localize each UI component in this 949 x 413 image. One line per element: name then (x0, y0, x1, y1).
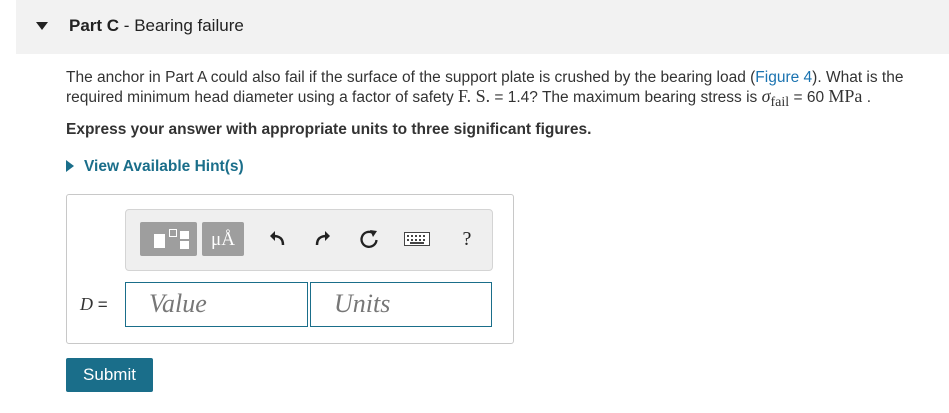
view-hints-link[interactable]: View Available Hint(s) (66, 158, 244, 176)
question-text-1: The anchor in Part A could also fail if … (66, 69, 756, 86)
reset-icon[interactable] (356, 222, 382, 256)
template-block-icon (154, 234, 165, 248)
value-input[interactable]: Value (125, 282, 308, 327)
question-text: The anchor in Part A could also fail if … (66, 68, 946, 112)
part-title: Part C - Bearing failure (69, 16, 244, 36)
answer-variable-label: D = (80, 294, 108, 315)
instruction: Express your answer with appropriate uni… (66, 121, 592, 138)
question-text-3: = 1.4? The maximum bearing stress is (490, 89, 762, 106)
equals-sign: = (93, 295, 108, 314)
math-toolbar: μÅ ? (125, 209, 493, 271)
templates-button[interactable] (140, 222, 197, 256)
units-input[interactable]: Units (310, 282, 492, 327)
template-fraction-top-icon (180, 231, 189, 239)
units-button[interactable]: μÅ (202, 222, 244, 256)
variable-symbol: D (80, 294, 93, 314)
hint-label: View Available Hint(s) (84, 158, 244, 175)
template-fraction-bottom-icon (180, 241, 189, 249)
answer-box: μÅ ? D = Value Units (66, 194, 514, 344)
question-text-5: . (862, 89, 872, 106)
undo-icon[interactable] (264, 222, 290, 256)
redo-icon[interactable] (310, 222, 336, 256)
sigma-symbol: σ (761, 86, 771, 106)
collapse-caret-icon[interactable] (36, 22, 48, 30)
unit-symbol: MPa (828, 86, 863, 106)
part-name: Bearing failure (134, 16, 244, 35)
figure-link[interactable]: Figure 4 (755, 69, 812, 86)
template-exponent-icon (169, 229, 177, 237)
sigma-subscript: fail (770, 95, 790, 110)
question-text-4: = 60 (789, 89, 829, 106)
fs-symbol: F. S. (458, 86, 491, 106)
expand-triangle-icon (66, 160, 74, 172)
keyboard-icon[interactable] (402, 222, 432, 256)
help-icon[interactable]: ? (454, 222, 480, 256)
submit-button[interactable]: Submit (66, 358, 153, 392)
part-label: Part C (69, 16, 120, 35)
part-separator: - (119, 16, 135, 35)
